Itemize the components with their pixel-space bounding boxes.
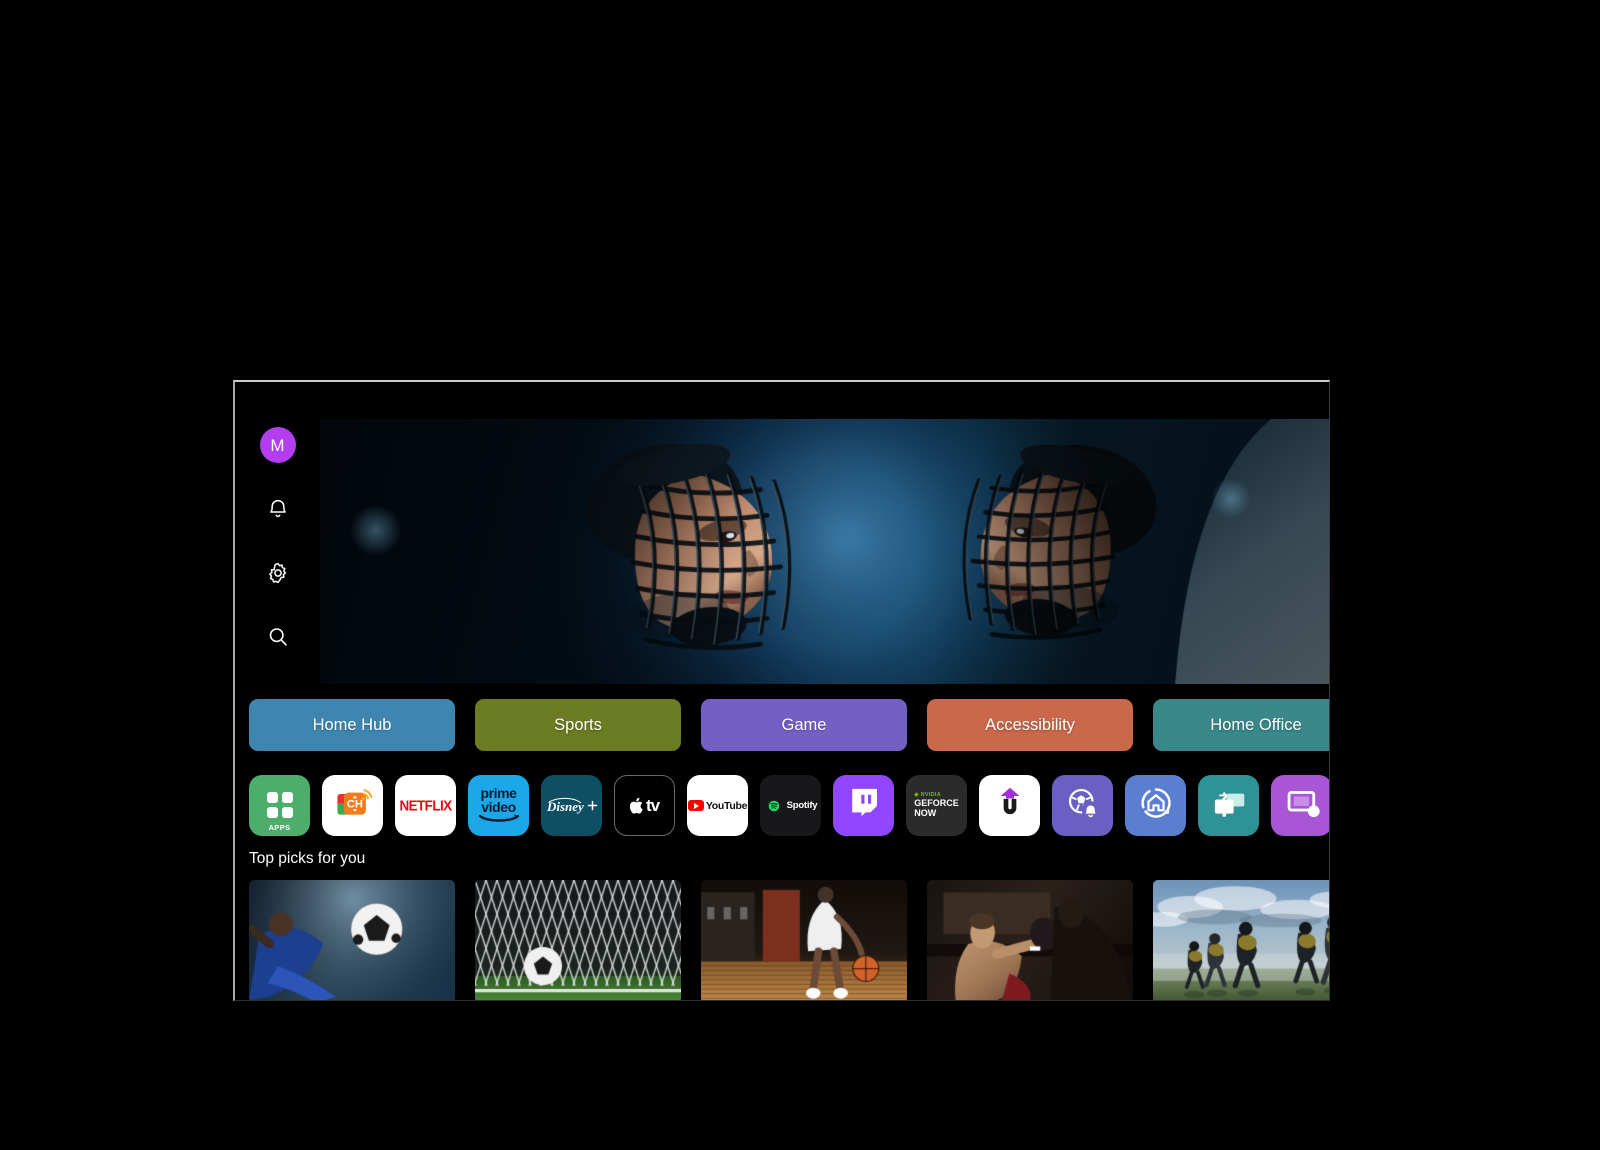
bell-icon — [266, 497, 290, 521]
category-button-home-office[interactable]: Home Office — [1153, 699, 1329, 751]
sports-alert-icon — [1063, 783, 1103, 828]
prime-video-icon: prime video — [478, 786, 520, 824]
u-plus-icon — [990, 783, 1030, 828]
app-tile-apple-tv[interactable]: tv — [614, 775, 675, 836]
app-tile-spotify[interactable]: Spotify — [760, 775, 821, 836]
top-pick-thumbnail — [701, 880, 907, 1000]
top-pick-thumbnail — [1153, 880, 1329, 1000]
category-button-label: Accessibility — [985, 715, 1075, 734]
featured-banner-image — [320, 419, 1329, 684]
sidebar-item-notifications[interactable] — [257, 488, 299, 530]
disney-plus-icon: Disney — [546, 796, 598, 816]
app-tile-ch-tvplus[interactable]: CH — [322, 775, 383, 836]
category-button-sports[interactable]: Sports — [475, 699, 681, 751]
top-pick-card-basketball-dribble[interactable] — [701, 880, 907, 1000]
app-tile-netflix[interactable]: NETFLIX — [395, 775, 456, 836]
top-pick-thumbnail — [475, 880, 681, 1000]
category-button-label: Home Hub — [312, 715, 392, 734]
spotify-icon: Spotify — [764, 796, 818, 816]
app-tile-twitch[interactable] — [833, 775, 894, 836]
smartthings-home-icon — [1136, 783, 1176, 828]
category-button-label: Sports — [554, 715, 602, 734]
category-button-row: Home Hub Sports Game Accessibility Home Offi… — [249, 699, 1329, 751]
top-pick-card-american-football[interactable] — [1153, 880, 1329, 1000]
sidebar-rail: M — [235, 382, 320, 1000]
app-tile-smartthings-home[interactable] — [1125, 775, 1186, 836]
tv-screen: M Home Hub Sports Game Accessibility Hom… — [235, 382, 1329, 1000]
youtube-icon: YouTube — [687, 800, 747, 812]
top-pick-card-boxing-training[interactable] — [927, 880, 1133, 1000]
app-tile-disney-plus[interactable]: Disney — [541, 775, 602, 836]
sidebar-item-settings[interactable] — [257, 552, 299, 594]
search-icon — [266, 625, 290, 649]
category-button-accessibility[interactable]: Accessibility — [927, 699, 1133, 751]
sidebar-item-search[interactable] — [257, 616, 299, 658]
avatar[interactable]: M — [259, 427, 296, 463]
multi-view-icon — [1282, 783, 1322, 828]
netflix-icon: NETFLIX — [399, 797, 452, 814]
category-button-game[interactable]: Game — [701, 699, 907, 751]
svg-text:CH: CH — [346, 799, 362, 811]
app-tile-multi-view[interactable] — [1271, 775, 1329, 836]
top-picks-row — [249, 880, 1329, 1000]
top-pick-thumbnail — [927, 880, 1133, 1000]
sidebar-item-profile[interactable]: M — [257, 424, 299, 466]
app-tile-screen-mirroring[interactable] — [1198, 775, 1259, 836]
gear-icon — [266, 561, 290, 585]
tv-device-frame: M Home Hub Sports Game Accessibility Hom… — [233, 380, 1330, 1001]
app-tile-youtube[interactable]: YouTube — [687, 775, 748, 836]
top-pick-card-soccer-goal-net[interactable] — [475, 880, 681, 1000]
geforce-now-icon: ◆ NVIDIA GEFORCE NOW — [914, 791, 959, 818]
screen-mirroring-icon — [1209, 783, 1249, 828]
app-tile-sports-alert[interactable] — [1052, 775, 1113, 836]
featured-banner[interactable] — [320, 419, 1329, 684]
ch-tvplus-icon: CH — [331, 781, 375, 830]
twitch-icon — [844, 783, 884, 828]
app-tile-prime-video[interactable]: prime video — [468, 775, 529, 836]
app-tile-u-plus[interactable] — [979, 775, 1040, 836]
app-shortcut-row: APPS CH NETFLIX prime video Disney tv YouTube Sp… — [249, 775, 1329, 837]
category-button-label: Home Office — [1210, 715, 1302, 734]
app-tile-geforce-now[interactable]: ◆ NVIDIA GEFORCE NOW — [906, 775, 967, 836]
category-button-label: Game — [781, 715, 827, 734]
apple-tv-icon: tv — [629, 796, 660, 816]
